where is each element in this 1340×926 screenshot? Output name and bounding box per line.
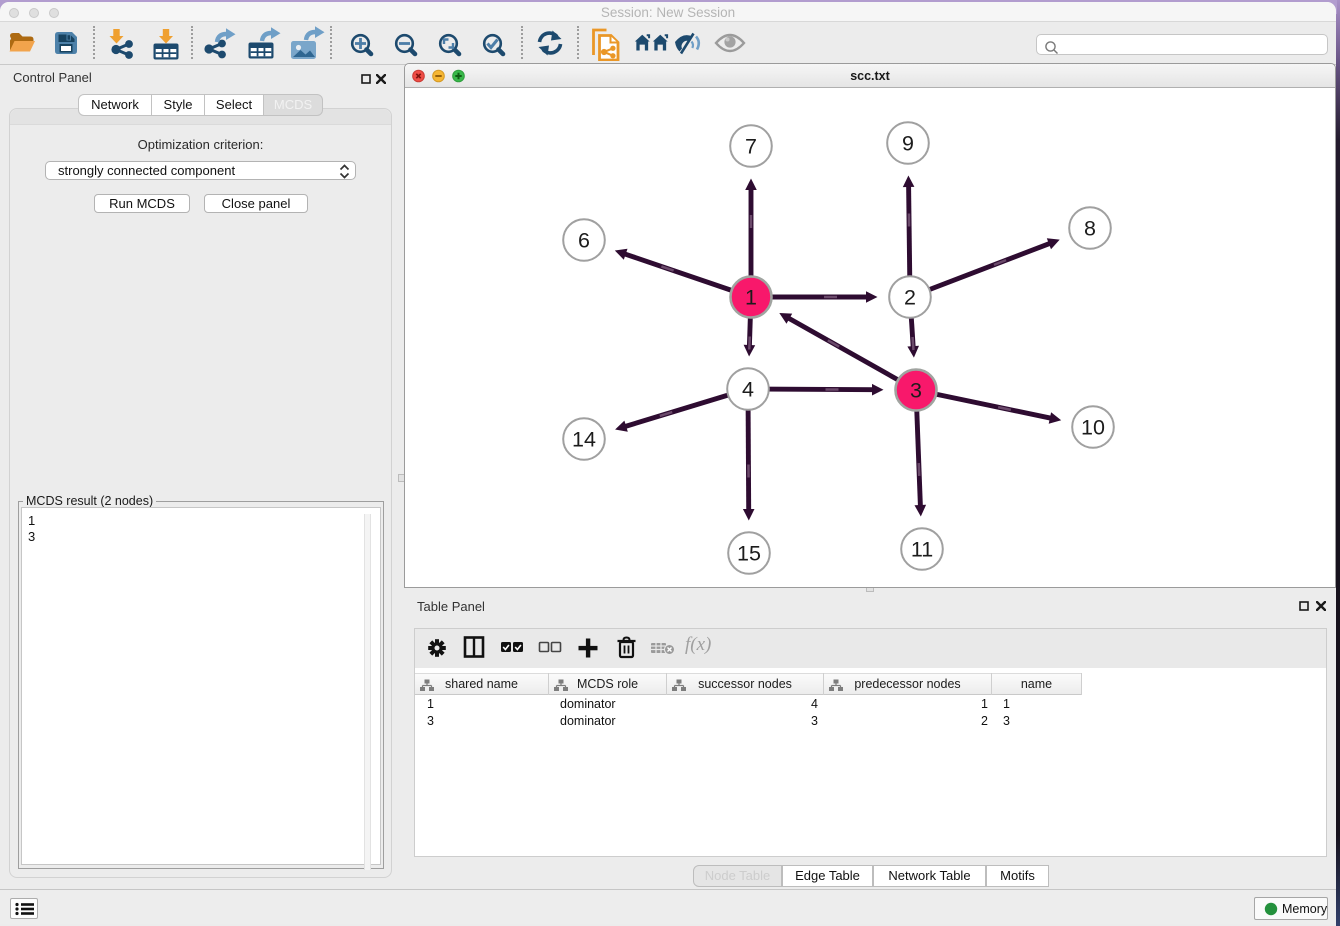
svg-text:11: 11 — [911, 538, 933, 562]
svg-text:1: 1 — [745, 286, 757, 310]
svg-text:6: 6 — [578, 229, 590, 253]
svg-text:8: 8 — [1084, 217, 1096, 241]
svg-text:9: 9 — [902, 132, 914, 156]
svg-text:7: 7 — [745, 135, 757, 159]
svg-text:10: 10 — [1081, 416, 1105, 440]
svg-text:2: 2 — [904, 286, 916, 310]
svg-text:14: 14 — [572, 428, 596, 452]
svg-text:3: 3 — [910, 379, 922, 403]
svg-text:15: 15 — [737, 542, 761, 566]
svg-text:4: 4 — [742, 378, 754, 402]
